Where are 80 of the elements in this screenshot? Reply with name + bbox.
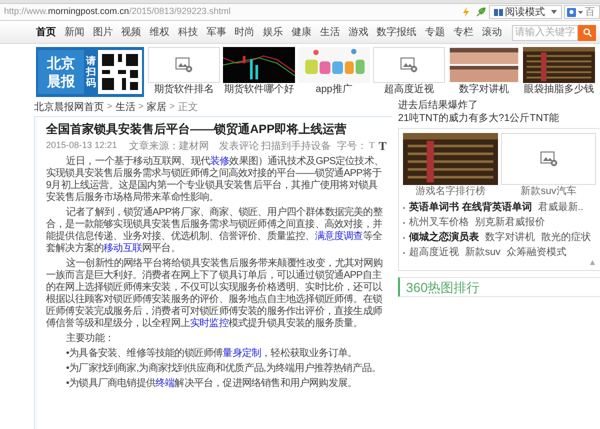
nav-link[interactable]: 滚动 [482, 25, 502, 40]
reader-mode-button[interactable]: 阅读模式 [489, 5, 562, 19]
caret-icon [551, 10, 557, 14]
lightning-icon[interactable] [462, 7, 470, 17]
nav-link[interactable]: 图片 [92, 25, 113, 40]
nav-link[interactable]: 视频 [121, 25, 142, 40]
search-button[interactable] [578, 24, 596, 40]
breadcrumb-link[interactable]: 生活 [115, 100, 136, 114]
ranking-heading: 360热图排行 [398, 277, 600, 297]
breadcrumb-separator: > [138, 100, 144, 114]
search-engine-button[interactable]: 百 [564, 5, 600, 19]
nav-link[interactable]: 军事 [206, 25, 226, 40]
paragraph: •为锁具厂商电销提供终端解决平台，促进网络销售和用户网购发展。 [65, 378, 358, 390]
nav-link[interactable]: 生活 [320, 25, 340, 40]
text-link[interactable]: 实时监控 [190, 318, 228, 329]
search-field[interactable]: 请输入关键字 [512, 24, 578, 40]
breadcrumb-link[interactable]: 家居 [146, 100, 167, 114]
leaf-icon[interactable] [476, 7, 486, 17]
promo-link[interactable]: 英语单词书 在线背英语单词 [409, 202, 532, 214]
paragraph: 主要功能： [65, 333, 116, 345]
nav-link[interactable]: 娱乐 [263, 25, 284, 40]
text-link[interactable]: 移动互联 [104, 243, 142, 254]
promo-link[interactable]: 新款suv [465, 247, 501, 259]
image-placeholder-icon [400, 57, 418, 73]
promo-link[interactable]: 别克新君威报价 [475, 217, 545, 229]
nav-link[interactable]: 专栏 [453, 25, 474, 40]
text-link[interactable]: 终端 [156, 378, 175, 389]
nav-link[interactable]: 时尚 [234, 25, 255, 40]
image-caption-link[interactable]: 超高度近视 [384, 83, 434, 96]
paragraph: 这一创新性的网络平台将给锁具安装售后服务带来颠覆性改变，尤其对网购一族而言是巨大利好。消费者在网上下了锁具订单后，可以通过锁贸通APP自主的在网上选择锁匠师傅来安装，不仅可以实现服务价格透明、实时比价，还可以根据以往顾客对锁匠师傅安装服务的评价、服务地点自主地选择锁匠师傅。在锁匠师傅安装完成服务后，消费者可对锁匠师傅安装的服务作出评价，直接生成师傅信誉等级和星级分，以全程网上实时监控模式提升锁具安装的服务质量。 [46, 258, 384, 330]
nav-link[interactable]: 新闻 [64, 25, 84, 40]
caret-icon [578, 10, 583, 14]
promo-link[interactable]: 杭州叉车价格 [409, 217, 469, 229]
nav-link[interactable]: 专题 [425, 25, 446, 40]
book-icon [494, 8, 503, 16]
headline-link[interactable]: 进去后结果爆炸了 [398, 100, 478, 113]
text-link[interactable]: 量身定制 [222, 348, 262, 359]
small-font-button[interactable]: T [369, 139, 375, 153]
large-font-button[interactable]: T [378, 137, 387, 155]
search-icon [582, 28, 592, 37]
promo-link[interactable]: 散光的症状 [541, 232, 591, 244]
image-caption-link[interactable]: 游戏名字排行榜 [416, 185, 486, 199]
nav-link[interactable]: 维权 [150, 25, 170, 40]
nav-link[interactable]: 游戏 [348, 25, 368, 40]
text-link[interactable]: 满意度调查 [314, 231, 363, 242]
breadcrumb-separator: > [107, 100, 112, 114]
paragraph: 近日，一个基于移动互联网、现代装修效果图）通讯技术及GPS定位技术、实现锁具安装售后服务需求与锁匠师傅之间高效对接的平台——锁贸通APP将于9月初上线运营。这是国内第一个专业锁具安装售后平台，其推广使用将对锁具安装售后服务市场格局带来革命性影响。 [46, 156, 384, 204]
logo: 北京晨报 [38, 50, 84, 94]
image-caption-link[interactable]: 数字对讲机 [459, 83, 509, 96]
promo-link[interactable]: 众筹融资模式 [506, 247, 567, 259]
article-source: 文章来源：建材网 [129, 140, 210, 154]
breadcrumb-link[interactable]: 北京晨报网首页 [34, 100, 104, 114]
comment-link[interactable]: 发表评论 [219, 138, 260, 154]
scan-link[interactable]: 扫描到手持设备 [261, 138, 332, 154]
promo-link[interactable]: 超高度近视 [409, 247, 459, 259]
nav-link[interactable]: 健康 [292, 25, 312, 40]
text-link[interactable]: 装修 [210, 156, 230, 167]
image-placeholder-icon [540, 151, 558, 167]
promo-link[interactable]: 数字对讲机 [485, 232, 535, 244]
qr-code-icon [98, 50, 142, 94]
image-placeholder-icon [175, 57, 193, 73]
publish-date: 2015-08-13 12:21 [46, 139, 118, 152]
font-size-label: 字号： [337, 140, 368, 154]
nav-link[interactable]: 科技 [178, 25, 198, 40]
image-caption-link[interactable]: 新款suv汽车 [520, 185, 576, 199]
image-caption-link[interactable]: 期货软件排名 [154, 83, 214, 96]
promo-link[interactable]: 倾城之恋演员表 [409, 232, 479, 244]
breadcrumb-separator: > [170, 100, 175, 114]
paragraph: •为具备安装、维修等技能的锁匠师傅量身定制，轻松获取业务订单。 [65, 348, 358, 360]
scan-prompt: 请扫码 [86, 56, 96, 88]
url-field[interactable]: http://www.morningpost.com.cn/2015/0813/929223.shtml [0, 5, 459, 19]
paragraph: •为厂家找到商家,为商家找到供应商和优质产品,为终端用户推荐热销产品。 [65, 363, 382, 375]
promo-link[interactable]: 君威最新.. [538, 202, 584, 214]
paragraph: 记者了解到，锁贸通APP将厂家、商家、锁匠、用户四个群体数据完美的整合，是一款能够实现锁具安装售后服务需求与锁匠师傅之间直接、高效对接，并能提供信息传递、业务对接、优选机制、信誉评价、质量监控、满意度调查等全套解决方案的移动互联网平台。 [46, 207, 384, 255]
image-caption-link[interactable]: app推广 [316, 83, 352, 96]
nav-link[interactable]: 首页 [36, 25, 56, 40]
nav-link[interactable]: 数字报纸 [376, 25, 417, 40]
headline-link[interactable]: 21吨TNT的威力有多大?1公斤TNT能 [398, 113, 560, 126]
breadcrumb-link[interactable]: 正文 [178, 100, 198, 114]
article-title: 全国首家锁具安装售后平台——锁贸通APP即将上线运营 [46, 121, 347, 137]
